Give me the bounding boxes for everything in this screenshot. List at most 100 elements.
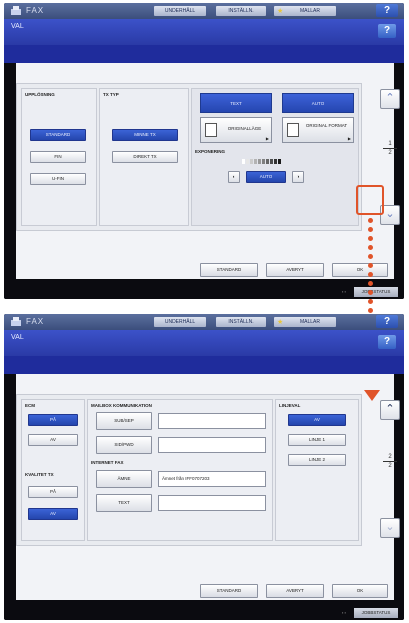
header-stripe	[4, 45, 404, 63]
standard-button[interactable]: STANDARD	[200, 584, 258, 598]
chevron-up-icon: ⌃	[385, 403, 395, 415]
job-status-button[interactable]: JOBBSTATUS	[354, 287, 398, 297]
originallage-label: ORIGINALLÄGE	[227, 126, 262, 131]
help-button[interactable]: ?	[378, 24, 396, 38]
scroll-up-button[interactable]: ⌃	[380, 89, 400, 109]
triangle-right-icon: ▶	[265, 136, 269, 141]
dialog-header: VAL ?	[4, 19, 404, 45]
footer-indicator: ▪ ▪	[342, 610, 346, 615]
fax-logo-icon	[11, 6, 21, 15]
page-scroller: ⌃ 2 2 ⌄	[378, 394, 404, 546]
upplosning-ufin-button[interactable]: U-FIN	[30, 173, 86, 185]
section-title-ecm: ECM	[25, 403, 35, 408]
footer-indicator: ▪ ▪	[342, 289, 346, 294]
top-button-mallar[interactable]: ★ MALLAR	[274, 6, 336, 16]
options-panel: UPPLÖSNING STANDARD FIN U-FIN TX TYP MIN…	[16, 63, 400, 279]
screen-page-2: FAX UNDERHÅLL INSTÄLLN. ★ MALLAR ? VAL ? …	[4, 314, 404, 620]
amne-field[interactable]: Ämnet från IFF0707203	[158, 471, 266, 487]
text-field[interactable]	[158, 495, 266, 511]
mode-tab-text[interactable]: TEXT	[200, 93, 272, 113]
triangle-right-icon: ▶	[347, 136, 351, 141]
upplosning-standard-button[interactable]: STANDARD	[30, 129, 86, 141]
scroll-down-highlight	[356, 185, 384, 215]
chevron-up-icon: ⌃	[385, 92, 395, 104]
top-button-mallar[interactable]: ★ MALLAR	[274, 317, 336, 327]
fax-logo-icon	[11, 317, 21, 326]
top-button-installn[interactable]: INSTÄLLN.	[216, 6, 266, 16]
dialog-title: VAL	[11, 23, 24, 30]
star-icon: ★	[277, 8, 284, 15]
footer-bar: ▪ ▪ JOBBSTATUS	[4, 606, 404, 620]
tx-minne-button[interactable]: MINNE TX	[112, 129, 178, 141]
top-help-button[interactable]: ?	[376, 4, 398, 17]
exposure-darker-button[interactable]: ◑	[292, 171, 304, 183]
section-title-upplosning: UPPLÖSNING	[25, 92, 55, 97]
amne-button[interactable]: ÄMNE	[96, 470, 152, 488]
options-panel: ECM PÅ AV KVALITET TX PÅ AV MAILBOX KOMM…	[16, 374, 400, 600]
screen-page-1: FAX UNDERHÅLL INSTÄLLN. ★ MALLAR ? VAL ? …	[4, 3, 404, 299]
page-indicator: 2 2	[383, 454, 397, 469]
options-content: ECM PÅ AV KVALITET TX PÅ AV MAILBOX KOMM…	[16, 394, 362, 546]
ok-button[interactable]: OK	[332, 584, 388, 598]
app-title: FAX	[26, 6, 45, 15]
sid-pwd-field[interactable]	[158, 437, 266, 453]
top-button-installn[interactable]: INSTÄLLN.	[216, 317, 266, 327]
exposure-auto-button[interactable]: AUTO	[246, 171, 286, 183]
chevron-down-icon: ⌄	[385, 208, 395, 220]
job-status-button[interactable]: JOBBSTATUS	[354, 608, 398, 618]
action-bar: STANDARD AVBRYT OK	[4, 580, 404, 606]
top-button-underhall[interactable]: UNDERHÅLL	[154, 317, 206, 327]
linjeval-line1-button[interactable]: LINJE 1	[288, 434, 346, 446]
cancel-button[interactable]: AVBRYT	[266, 263, 324, 277]
originallage-button[interactable]: ORIGINALLÄGE ▶	[200, 117, 272, 143]
arrow-down-icon	[364, 390, 380, 401]
footer-bar: ▪ ▪ JOBBSTATUS	[4, 285, 404, 299]
chevron-down-icon: ⌄	[385, 521, 395, 533]
dialog-title: VAL	[11, 334, 24, 341]
mode-tab-auto[interactable]: AUTO	[282, 93, 354, 113]
originalformat-label: ORIGINAL FORMAT	[305, 123, 348, 128]
ecm-off-button[interactable]: AV	[28, 434, 78, 446]
action-bar: STANDARD AVBRYT OK	[4, 259, 404, 285]
section-title-kvalitet: KVALITET TX	[25, 472, 54, 477]
sub-sep-field[interactable]	[158, 413, 266, 429]
tx-direkt-button[interactable]: DIREKT TX	[112, 151, 178, 163]
section-upplosning: UPPLÖSNING STANDARD FIN U-FIN	[21, 88, 97, 226]
original-orientation-icon	[205, 123, 217, 137]
scroll-down-button[interactable]: ⌄	[380, 518, 400, 538]
section-title-mailbox: MAILBOX KOMMUNIKATION	[91, 403, 152, 408]
text-button[interactable]: TEXT	[96, 494, 152, 512]
sub-sep-button[interactable]: SUB/SEP	[96, 412, 152, 430]
scroll-up-button[interactable]: ⌃	[380, 400, 400, 420]
originalformat-button[interactable]: ORIGINAL FORMAT ▶	[282, 117, 354, 143]
section-title-internet-fax: INTERNET FAX	[91, 460, 124, 465]
options-content: UPPLÖSNING STANDARD FIN U-FIN TX TYP MIN…	[16, 83, 362, 231]
cancel-button[interactable]: AVBRYT	[266, 584, 324, 598]
header-stripe	[4, 356, 404, 374]
section-linjeval: LINJEVAL AV LINJE 1 LINJE 2	[275, 399, 359, 541]
exposure-lighter-button[interactable]: ◐	[228, 171, 240, 183]
top-help-button[interactable]: ?	[376, 315, 398, 328]
linjeval-off-button[interactable]: AV	[288, 414, 346, 426]
kvalitet-off-button[interactable]: AV	[28, 508, 78, 520]
original-format-icon	[287, 123, 299, 137]
ok-button[interactable]: OK	[332, 263, 388, 277]
sid-pwd-button[interactable]: SID/PWD	[96, 436, 152, 454]
half-circle-dark-icon: ◑	[296, 174, 300, 179]
standard-button[interactable]: STANDARD	[200, 263, 258, 277]
top-button-underhall[interactable]: UNDERHÅLL	[154, 6, 206, 16]
help-button[interactable]: ?	[378, 335, 396, 349]
linjeval-line2-button[interactable]: LINJE 2	[288, 454, 346, 466]
section-title-exponering: EXPONERING	[195, 149, 226, 154]
section-ecm: ECM PÅ AV KVALITET TX PÅ AV	[21, 399, 85, 541]
dialog-header: VAL ?	[4, 330, 404, 356]
section-tx-typ: TX TYP MINNE TX DIREKT TX	[99, 88, 189, 226]
top-bar: FAX UNDERHÅLL INSTÄLLN. ★ MALLAR ?	[4, 3, 404, 19]
section-mailbox: MAILBOX KOMMUNIKATION SUB/SEP SID/PWD IN…	[87, 399, 273, 541]
star-icon: ★	[277, 319, 284, 326]
kvalitet-on-button[interactable]: PÅ	[28, 486, 78, 498]
half-circle-light-icon: ◐	[232, 174, 236, 179]
upplosning-fin-button[interactable]: FIN	[30, 151, 86, 163]
ecm-on-button[interactable]: PÅ	[28, 414, 78, 426]
section-title-tx-typ: TX TYP	[103, 92, 119, 97]
